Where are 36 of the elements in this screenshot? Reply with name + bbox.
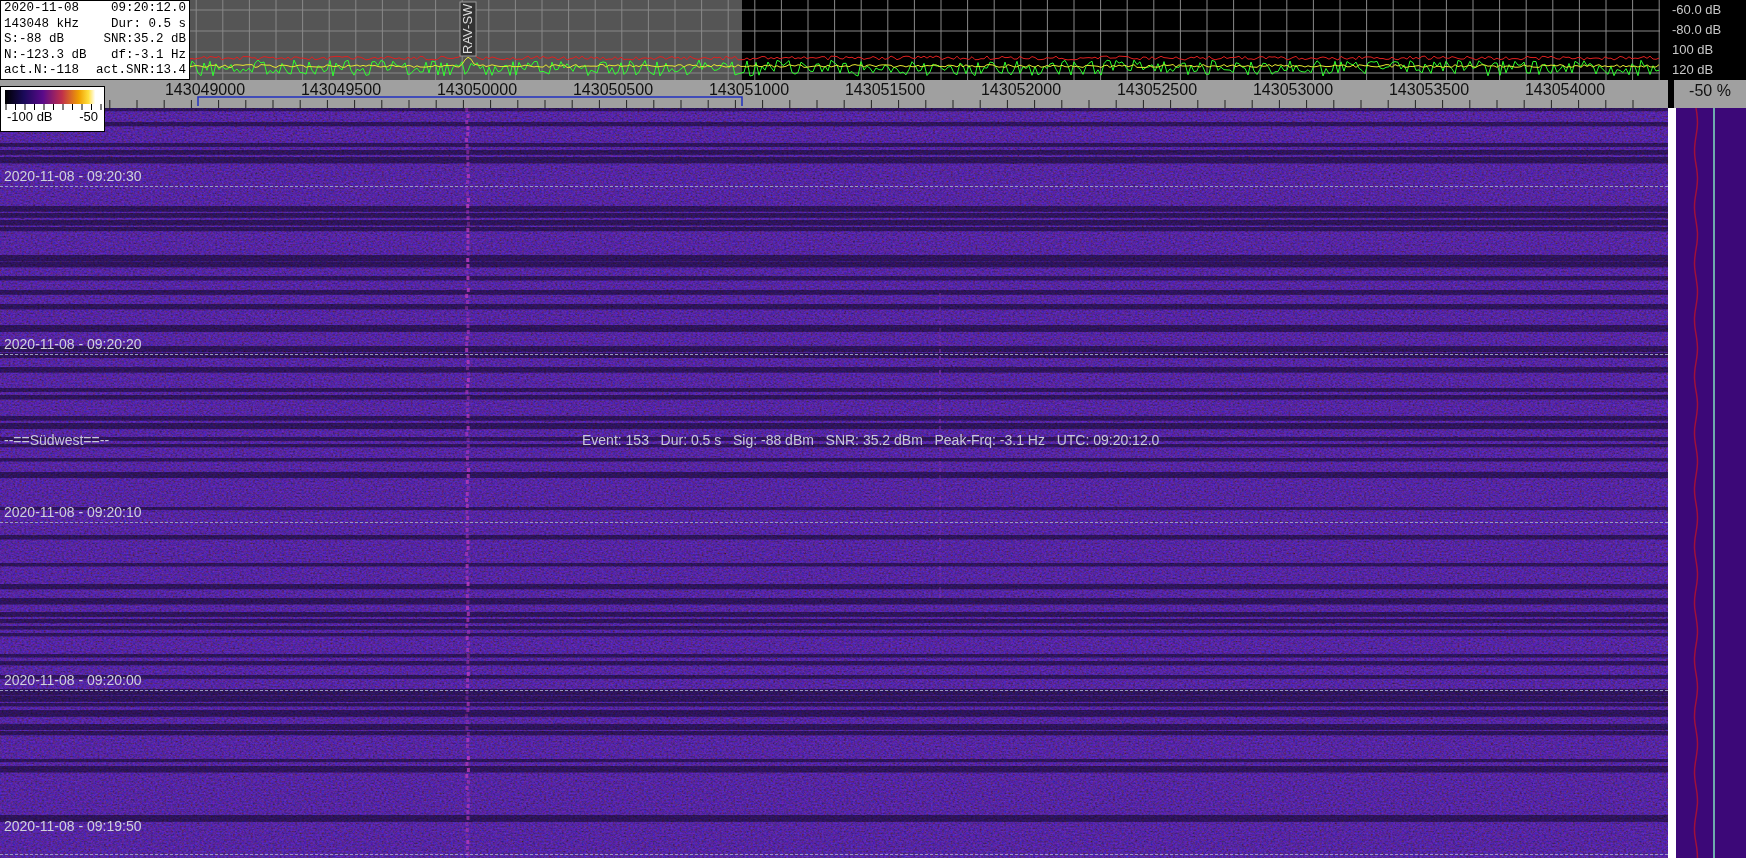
frequency-label: 143051500 — [844, 81, 926, 99]
readout-text: Dur: 0.5 s — [111, 16, 186, 33]
axis-label: 100 dB — [1672, 43, 1715, 57]
frequency-label: 143049500 — [300, 81, 382, 99]
readout-text: 143048 kHz — [4, 16, 79, 33]
event-info: Event: 153 Dur: 0.5 s Sig: -88 dBm SNR: 35.2 dBm Peak-Frq: -3.1 Hz UTC: 09:20:12.0 — [582, 432, 1160, 448]
frequency-label: 143052000 — [980, 81, 1062, 99]
axis-label: 120 dB — [1672, 63, 1715, 77]
signal-marker: RAV-SW — [459, 1, 477, 57]
scale-label: -50 — [78, 110, 99, 124]
frequency-label: 143052500 — [1116, 81, 1198, 99]
frequency-label: 143050000 — [436, 81, 518, 99]
axis-label: -80.0 dB — [1672, 23, 1723, 37]
frequency-label: 143049000 — [164, 81, 246, 99]
axis-label: -60.0 dB — [1672, 3, 1723, 17]
readout-text: SNR:35.2 dB — [103, 32, 186, 48]
readout-text: act.N:-118 — [4, 63, 79, 79]
timestamp-label: 2020-11-08 - 09:20:00 — [4, 672, 142, 688]
timestamp-label: 2020-11-08 - 09:20:30 — [4, 168, 142, 184]
readout-text: act.SNR:13.4 — [96, 63, 186, 79]
readout-text: 09:20:12.0 — [111, 1, 186, 17]
frequency-label: 143053500 — [1388, 81, 1470, 99]
readout-text: df:-3.1 Hz — [111, 47, 186, 64]
readout-text: N:-123.3 dB — [4, 47, 87, 64]
readout-text: S:-88 dB — [4, 32, 64, 48]
timestamp-label: 2020-11-08 - 09:20:10 — [4, 504, 142, 520]
station-label: --==Südwest==-- — [4, 432, 110, 448]
frequency-label: 143053000 — [1252, 81, 1334, 99]
frequency-label: 143054000 — [1524, 81, 1606, 99]
frequency-label: 143051000 — [708, 81, 790, 99]
scale-label: -100 dB — [6, 110, 54, 124]
timestamp-label: 2020-11-08 - 09:19:50 — [4, 818, 142, 834]
readout-text: 2020-11-08 — [4, 1, 79, 17]
frequency-label: 143050500 — [572, 81, 654, 99]
level-label: -50 % — [1689, 81, 1731, 101]
timestamp-label: 2020-11-08 - 09:20:20 — [4, 336, 142, 352]
